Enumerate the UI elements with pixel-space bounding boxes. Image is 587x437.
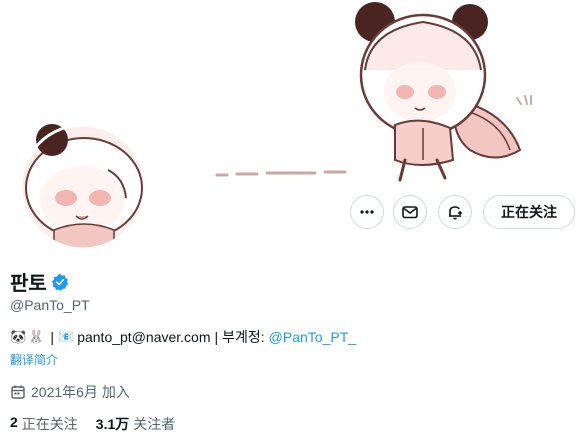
followers-count: 3.1万 xyxy=(95,416,130,432)
bio: 🐼 🐰 | 📧 panto_pt@naver.com | 부계정: @PanTo… xyxy=(10,327,356,347)
join-date-text: 2021年6月 加入 xyxy=(31,384,130,400)
more-dots-icon xyxy=(360,210,374,214)
message-button[interactable] xyxy=(393,195,427,229)
join-date: 2021年6月 加入 xyxy=(10,382,130,402)
handle: @PanTo_PT xyxy=(10,297,90,313)
verified-badge-icon[interactable] xyxy=(51,273,69,291)
bell-plus-icon xyxy=(449,206,462,220)
envelope-icon xyxy=(402,206,418,219)
alt-account-link[interactable]: @PanTo_PT_ xyxy=(269,329,356,345)
email-emoji: 📧 xyxy=(58,329,75,344)
following-stat[interactable]: 2 正在关注 xyxy=(10,414,78,434)
calendar-icon xyxy=(11,385,25,399)
more-button[interactable] xyxy=(350,195,384,229)
panda-emoji: 🐼 xyxy=(10,329,27,344)
display-name: 판토 xyxy=(10,267,69,296)
display-name-text: 판토 xyxy=(10,273,47,295)
profile-page: 正在关注 판토 @PanTo_PT 🐼 🐰 | 📧 panto_pt@naver… xyxy=(0,0,587,437)
following-button-label: 正在关注 xyxy=(501,204,557,220)
follow-stats: 2 正在关注 3.1万 关注者 xyxy=(10,414,175,434)
bio-separator: | xyxy=(214,329,219,345)
bio-email: panto_pt@naver.com xyxy=(77,329,211,345)
followers-stat[interactable]: 3.1万 关注者 xyxy=(96,414,175,434)
followers-label: 关注者 xyxy=(133,416,176,432)
following-label: 正在关注 xyxy=(21,416,78,432)
avatar-image xyxy=(19,123,147,251)
bio-separator: | xyxy=(50,329,55,345)
banner-illustration xyxy=(215,2,532,182)
alt-account-label: 부계정: xyxy=(222,329,265,345)
following-count: 2 xyxy=(10,414,18,430)
notify-button[interactable] xyxy=(438,195,472,229)
following-button[interactable]: 正在关注 xyxy=(483,195,575,229)
avatar[interactable] xyxy=(14,118,152,256)
translate-bio-link[interactable]: 翻译简介 xyxy=(10,351,58,368)
rabbit-emoji: 🐰 xyxy=(28,329,45,344)
